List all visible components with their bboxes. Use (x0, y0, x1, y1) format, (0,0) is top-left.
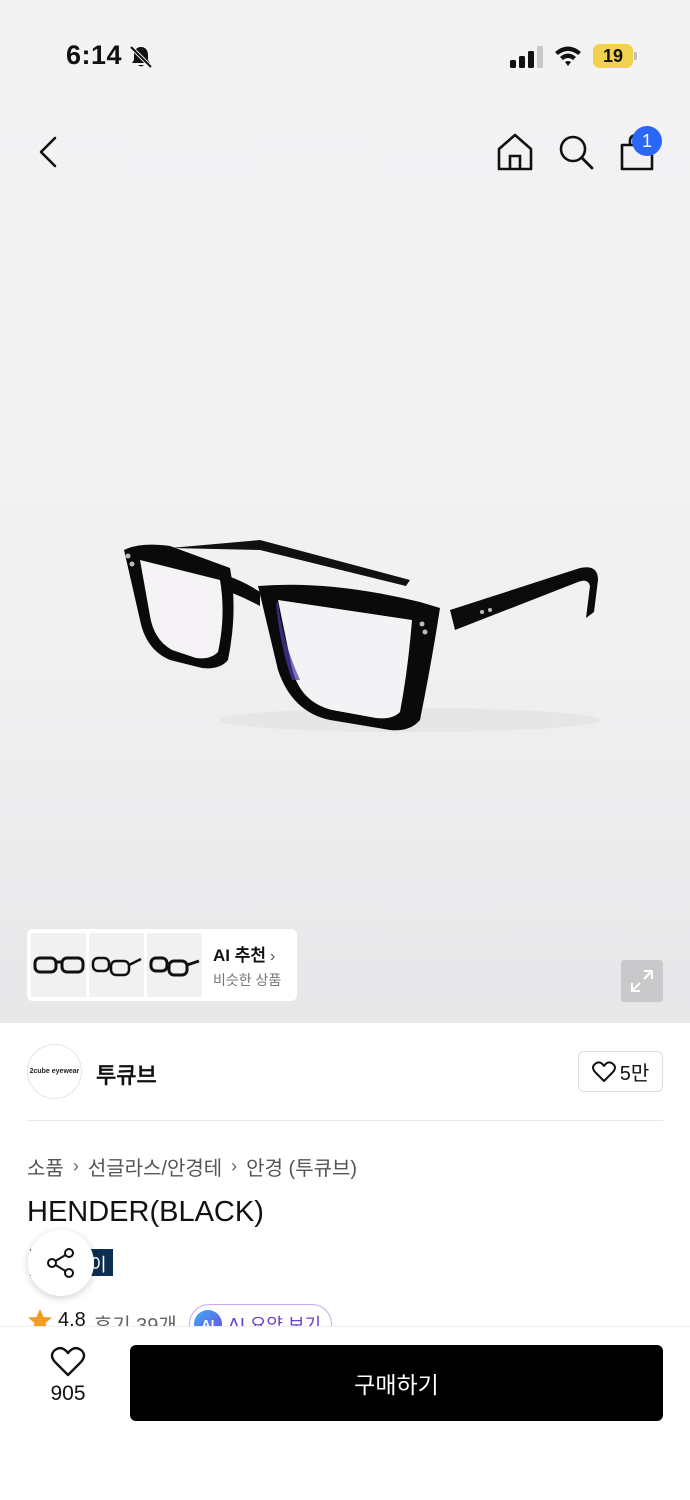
cart-count-badge: 1 (632, 126, 662, 156)
brand-like-button[interactable]: 5만 (578, 1051, 663, 1092)
brand-like-count: 5만 (619, 1063, 650, 1085)
ai-summary-button[interactable]: AI AI 요약 보기 (188, 1304, 333, 1328)
expand-image-button[interactable] (621, 960, 663, 1002)
back-button[interactable] (26, 130, 70, 174)
recommendation-thumbnail[interactable] (89, 933, 144, 997)
chevron-right-icon: › (231, 1156, 238, 1176)
rating-row: 4.8 후기 39개 AI AI 요약 보기 (27, 1304, 667, 1328)
chevron-left-icon (39, 136, 57, 168)
star-icon (28, 1309, 52, 1328)
glasses-thumbnail-icon (33, 956, 84, 974)
heart-icon (591, 1060, 616, 1082)
ai-recommend-title: AI 추천 (213, 945, 267, 965)
share-button[interactable] (28, 1230, 94, 1296)
brand-logo-text: 2cube eyewear (29, 1068, 80, 1075)
bell-muted-icon (129, 45, 153, 69)
share-icon (47, 1248, 74, 1278)
ai-recommendation-card[interactable]: AI 추천 › 비슷한 상품 (27, 929, 297, 1001)
chevron-right-icon: › (72, 1156, 79, 1176)
status-time: 6:14 (66, 40, 123, 70)
ai-recommend-subtitle: 비슷한 상품 (213, 971, 282, 988)
product-image-glasses[interactable] (110, 520, 610, 750)
breadcrumb-item[interactable]: 선글라스/안경테 (88, 1152, 222, 1181)
recommendation-thumbnail[interactable] (31, 933, 86, 997)
glasses-thumbnail-icon (149, 956, 199, 977)
divider (27, 1120, 663, 1121)
search-button[interactable] (554, 130, 598, 174)
buy-button[interactable]: 구매하기 (130, 1345, 663, 1421)
breadcrumb-item[interactable]: 소품 (27, 1152, 64, 1181)
search-icon (559, 135, 594, 170)
battery-level: 19 (602, 46, 624, 66)
breadcrumb-item[interactable]: 안경 (투큐브) (246, 1152, 357, 1181)
expand-icon (631, 970, 653, 992)
wishlist-button[interactable]: 905 (36, 1346, 100, 1416)
glasses-thumbnail-icon (91, 956, 142, 977)
breadcrumb: 소품 › 선글라스/안경테 › 안경 (투큐브) (27, 1152, 357, 1181)
wifi-icon (555, 46, 581, 66)
recommendation-thumbnail[interactable] (147, 933, 202, 997)
brand-logo[interactable]: 2cube eyewear (27, 1044, 82, 1099)
wishlist-count: 905 (50, 1382, 86, 1405)
cellular-signal-icon (510, 46, 543, 68)
product-title: HENDER(BLACK) (27, 1196, 264, 1228)
home-icon (497, 133, 533, 171)
heart-icon (50, 1346, 86, 1377)
home-button[interactable] (493, 130, 537, 174)
battery-indicator: 19 (593, 44, 637, 68)
brand-name[interactable]: 투큐브 (96, 1058, 157, 1090)
chevron-right-icon: › (270, 947, 276, 965)
